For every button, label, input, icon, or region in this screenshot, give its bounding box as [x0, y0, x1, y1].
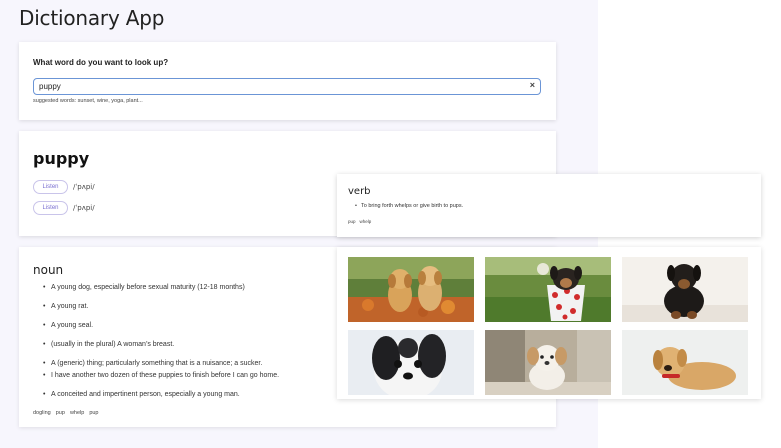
part-of-speech-heading: verb — [348, 186, 371, 197]
synonym-item[interactable]: dogling — [33, 410, 51, 416]
synonym-list: dogling pup whelp pup — [33, 410, 99, 416]
clear-icon[interactable]: × — [530, 80, 535, 90]
listen-button[interactable]: Listen — [33, 201, 68, 215]
phonetic-text: /ˈpʌpi/ — [73, 204, 95, 212]
images-card — [337, 247, 761, 399]
verb-meaning-card: verb To bring forth whelps or give birth… — [337, 174, 761, 237]
synonym-item[interactable]: pup — [89, 410, 98, 416]
puppy-in-polka-dot-cup-image[interactable] — [485, 257, 611, 322]
search-question: What word do you want to look up? — [33, 58, 169, 67]
definition-item: To bring forth whelps or give birth to p… — [355, 203, 463, 209]
phonetic-row: Listen /ˈpʌpi/ — [33, 180, 95, 194]
listen-button[interactable]: Listen — [33, 180, 68, 194]
suggested-words: suggested words: sunset, wine, yoga, pla… — [33, 98, 143, 104]
synonym-item[interactable]: whelp — [360, 219, 372, 224]
word-title: puppy — [33, 149, 90, 168]
search-card: What word do you want to look up? × sugg… — [19, 42, 556, 120]
black-puppy-image[interactable] — [622, 257, 748, 322]
search-box[interactable]: × — [33, 78, 541, 95]
two-golden-puppies-image[interactable] — [348, 257, 474, 322]
app-title: Dictionary App — [19, 6, 165, 30]
synonym-list: pup whelp — [348, 219, 371, 224]
phonetic-row: Listen /ˈpʌpi/ — [33, 201, 95, 215]
search-input[interactable] — [39, 81, 509, 92]
synonym-item[interactable]: whelp — [70, 410, 84, 416]
synonym-item[interactable]: pup — [56, 410, 65, 416]
phonetic-text: /ˈpʌpi/ — [73, 183, 95, 191]
golden-puppy-lying-image[interactable] — [622, 330, 748, 395]
part-of-speech-heading: noun — [33, 263, 64, 277]
synonym-item[interactable]: pup — [348, 219, 356, 224]
small-white-puppy-image[interactable] — [485, 330, 611, 395]
black-white-fluffy-puppy-image[interactable] — [348, 330, 474, 395]
